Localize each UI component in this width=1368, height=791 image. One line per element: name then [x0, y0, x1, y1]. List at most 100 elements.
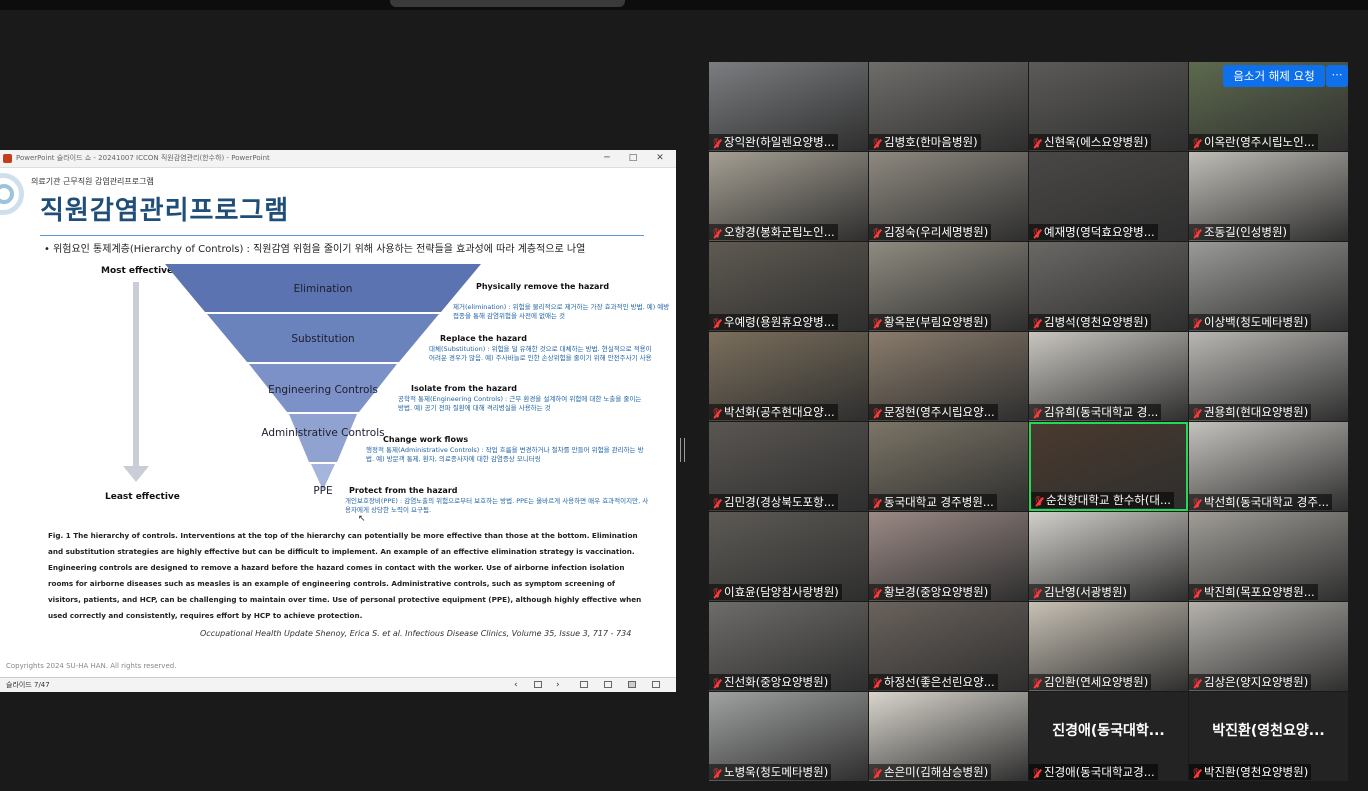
participant-tile[interactable]: 🎙 문정현(영주시립요양... [869, 332, 1028, 421]
participant-tile[interactable]: 🎙 박선화(공주현대요양... [709, 332, 868, 421]
participant-tile[interactable]: 🎙 오향경(봉화군립노인... [709, 152, 868, 241]
slide-reference: Occupational Health Update Shenoy, Erica… [200, 629, 632, 638]
muted-mic-icon: 🎙 [1191, 496, 1202, 510]
participant-tile[interactable]: 🎙 신현욱(에스요양병원) [1029, 62, 1188, 151]
participant-name-label: 🎙 이상백(청도메타병원) [1189, 314, 1312, 330]
slideshow-view-icon[interactable] [652, 681, 660, 688]
participant-tile[interactable]: 🎙 장익완(하일렌요양병... [709, 62, 868, 151]
participant-tile[interactable]: 🎙 예재명(영덕효요양병... [1029, 152, 1188, 241]
muted-mic-icon: 🎙 [1031, 316, 1042, 330]
normal-view-icon[interactable] [580, 681, 588, 688]
participant-tile[interactable]: 🎙 박선희(동국대학교 경주... [1189, 422, 1348, 511]
participant-tile[interactable]: 🎙 이효윤(담양참사랑병원) [709, 512, 868, 601]
slide-sorter-icon[interactable] [534, 681, 542, 688]
participant-name-label: 🎙 김상은(양지요양병원) [1189, 674, 1312, 690]
participant-display-name: 박진환(영천요양... [1212, 723, 1325, 739]
muted-mic-icon: 🎙 [1033, 494, 1044, 508]
participant-name: 순천향대학교 한수하(대... [1046, 493, 1171, 507]
ppt-window-title: PowerPoint 슬라이드 쇼 - 20241007 ICCON 직원감염관… [16, 154, 270, 162]
participant-name-label: 🎙 조동길(인성병원) [1189, 224, 1291, 240]
participant-tile[interactable]: 박진환(영천요양... 🎙 박진환(영천요양병원) [1189, 692, 1348, 781]
muted-mic-icon: 🎙 [871, 586, 882, 600]
participant-tile[interactable]: 🎙 김인환(연세요양병원) [1029, 602, 1188, 691]
participant-name: 이효윤(담양참사랑병원) [724, 585, 839, 599]
participant-name-label: 🎙 김유희(동국대학교 경... [1029, 404, 1162, 420]
effectiveness-arrow-head [123, 466, 149, 482]
participant-name: 손은미(김해삼승병원) [884, 765, 989, 779]
level-head-administrative: Change work flows [383, 435, 469, 444]
level-desc-elimination: 제거(elimination) : 위험을 물리적으로 제거하는 가장 효과적인… [453, 303, 670, 320]
level-desc-substitution: 대체(Substitution) : 위험을 덜 유해한 것으로 대체하는 방법… [429, 345, 652, 362]
participant-tile[interactable]: 진경애(동국대학... 🎙 진경애(동국대학교경... [1029, 692, 1188, 781]
participant-name: 김정숙(우리세명병원) [884, 225, 989, 239]
level-label-engineering: Engineering Controls [268, 384, 378, 396]
grid-view-icon[interactable] [604, 681, 612, 688]
participant-tile[interactable]: 🎙 손은미(김해삼승병원) [869, 692, 1028, 781]
participant-name: 김난영(서광병원) [1044, 585, 1128, 599]
muted-mic-icon: 🎙 [871, 766, 882, 780]
participant-tile[interactable]: 🎙 김정숙(우리세명병원) [869, 152, 1028, 241]
participant-tile[interactable]: 🎙 김병호(한마음병원) [869, 62, 1028, 151]
next-slide-icon[interactable]: › [556, 678, 560, 692]
participant-tile[interactable]: 🎙 황보경(중앙요양병원) [869, 512, 1028, 601]
participant-tile[interactable]: 🎙 김민경(경상북도포항... [709, 422, 868, 511]
muted-mic-icon: 🎙 [871, 676, 882, 690]
participant-name: 노병욱(청도메타병원) [724, 765, 829, 779]
participant-name: 김민경(경상북도포항... [724, 495, 835, 509]
maximize-icon[interactable]: □ [622, 150, 644, 167]
level-desc-engineering: 공학적 통제(Engineering Controls) : 근무 환경을 설계… [398, 395, 642, 412]
participant-name: 황보경(중앙요양병원) [884, 585, 989, 599]
muted-mic-icon: 🎙 [711, 676, 722, 690]
level-label-administrative: Administrative Controls [261, 427, 385, 439]
prev-slide-icon[interactable]: ‹ [514, 678, 518, 692]
participant-tile[interactable]: 🎙 김병석(영천요양병원) [1029, 242, 1188, 331]
slide-title: 직원감염관리프로그램 [40, 196, 290, 226]
muted-mic-icon: 🎙 [871, 136, 882, 150]
muted-mic-icon: 🎙 [1191, 226, 1202, 240]
participant-name-label: 🎙 하정선(좋은선린요양... [869, 674, 998, 690]
participant-name-label: 🎙 박진환(영천요양병원) [1189, 764, 1312, 780]
more-options-button[interactable]: ⋯ [1326, 65, 1348, 87]
participant-tile[interactable]: 🎙 조동길(인성병원) [1189, 152, 1348, 241]
participant-name: 문정현(영주시립요양... [884, 405, 995, 419]
participant-display-name: 진경애(동국대학... [1052, 723, 1165, 739]
participant-tile[interactable]: 🎙 우예령(용원휴요양병... [709, 242, 868, 331]
top-bar-pill[interactable] [390, 0, 625, 7]
muted-mic-icon: 🎙 [1191, 406, 1202, 420]
participant-tile[interactable]: 🎙 이상백(청도메타병원) [1189, 242, 1348, 331]
participant-tile[interactable]: 🎙 진선화(중앙요양병원) [709, 602, 868, 691]
participant-name-label: 🎙 노병욱(청도메타병원) [709, 764, 832, 780]
unmute-request-button[interactable]: 음소거 해제 요청 [1223, 65, 1325, 87]
participant-name-label: 🎙 김정숙(우리세명병원) [869, 224, 992, 240]
participant-tile[interactable]: 🎙 김난영(서광병원) [1029, 512, 1188, 601]
participant-tile[interactable]: 🎙 하정선(좋은선린요양... [869, 602, 1028, 691]
muted-mic-icon: 🎙 [711, 136, 722, 150]
participant-tile[interactable]: 🎙 박진희(목포요양병원... [1189, 512, 1348, 601]
close-icon[interactable]: ✕ [649, 150, 671, 167]
participant-name: 우예령(용원휴요양병... [724, 315, 835, 329]
participant-tile[interactable]: 🎙 순천향대학교 한수하(대... [1029, 422, 1188, 511]
split-view-handle[interactable] [680, 438, 685, 462]
muted-mic-icon: 🎙 [711, 766, 722, 780]
participant-tile[interactable]: 🎙 노병욱(청도메타병원) [709, 692, 868, 781]
participant-tile[interactable]: 🎙 권용희(현대요양병원) [1189, 332, 1348, 421]
participant-tile[interactable]: 🎙 황옥분(부림요양병원) [869, 242, 1028, 331]
participant-name: 오향경(봉화군립노인... [724, 225, 835, 239]
participant-name-label: 🎙 김병호(한마음병원) [869, 134, 981, 150]
participant-tile[interactable]: 🎙 김유희(동국대학교 경... [1029, 332, 1188, 421]
participant-tile[interactable]: 🎙 동국대학교 경주병원... [869, 422, 1028, 511]
participant-name: 권용희(현대요양병원) [1204, 405, 1309, 419]
participant-name-label: 🎙 박진희(목포요양병원... [1189, 584, 1318, 600]
participant-name-label: 🎙 우예령(용원휴요양병... [709, 314, 838, 330]
muted-mic-icon: 🎙 [1191, 586, 1202, 600]
muted-mic-icon: 🎙 [1191, 136, 1202, 150]
participant-tile[interactable]: 🎙 김상은(양지요양병원) [1189, 602, 1348, 691]
slide-copyright: Copyrights 2024 SU-HA HAN. All rights re… [6, 662, 177, 670]
participant-name-label: 🎙 순천향대학교 한수하(대... [1031, 492, 1174, 508]
minimize-icon[interactable]: ─ [596, 150, 618, 167]
participant-name-label: 🎙 장익완(하일렌요양병... [709, 134, 838, 150]
participant-name-label: 🎙 신현욱(에스요양병원) [1029, 134, 1152, 150]
reading-view-icon[interactable] [628, 681, 636, 688]
ppt-status-bar: 슬라이드 7/47 ‹ › [0, 677, 676, 692]
muted-mic-icon: 🎙 [1191, 316, 1202, 330]
